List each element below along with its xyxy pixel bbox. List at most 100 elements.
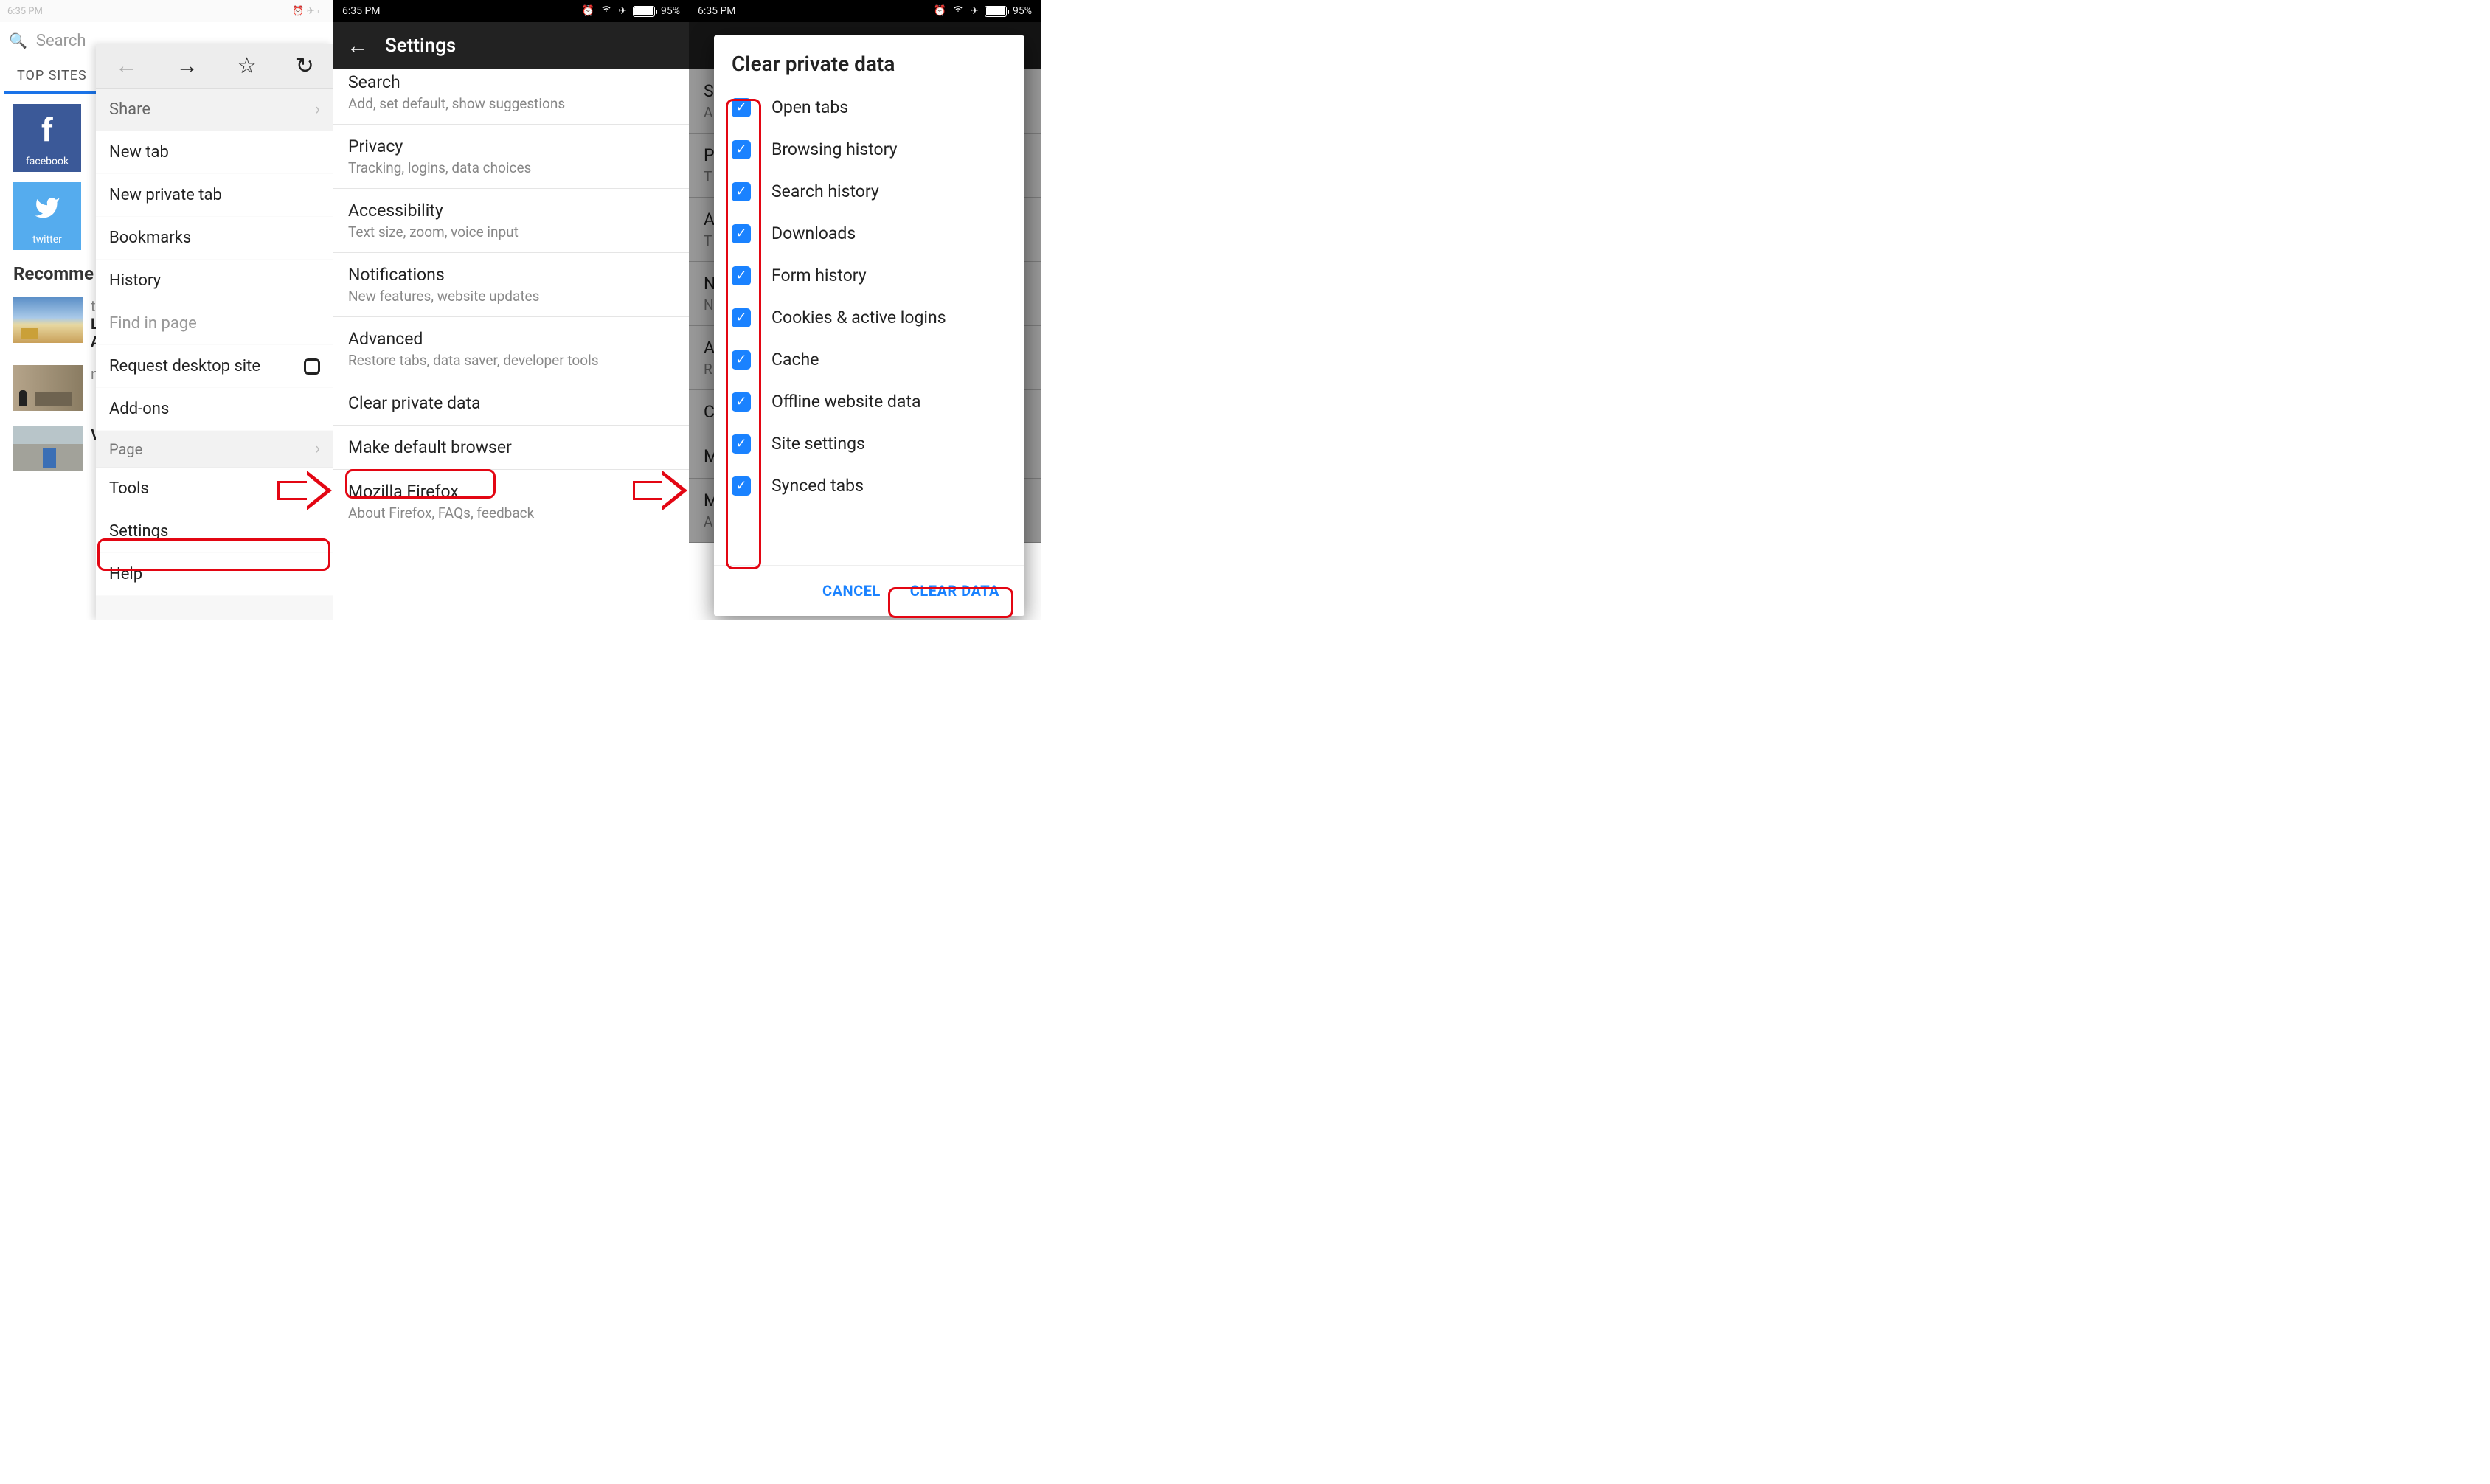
search-bar[interactable]: 🔍 Search [0,22,96,59]
firefox-menu: ← → ☆ ↻ Share › New tab New private tab … [96,44,333,620]
settings-row-clear-private-data[interactable]: Clear private data [333,381,689,426]
checkbox-checked-icon[interactable]: ✓ [732,392,751,412]
status-bar: 6:35 PM ⏰ ✈ ▭ [0,0,333,22]
forward-icon[interactable]: → [176,53,198,79]
row-title: Accessibility [348,201,674,221]
tile-label: facebook [26,156,69,167]
item-label: Form history [771,266,867,285]
airplane-icon: ✈ [618,5,627,17]
menu-label: Request desktop site [109,357,260,375]
row-title: Mozilla Firefox [348,482,674,502]
wifi-icon [600,5,612,17]
tile-twitter[interactable]: twitter [13,182,81,250]
menu-share[interactable]: Share › [96,89,333,131]
checkbox-checked-icon[interactable]: ✓ [732,224,751,243]
battery-percent: 95% [661,5,680,17]
dialog-actions: CANCEL CLEAR DATA [714,565,1024,616]
settings-row-make-default[interactable]: Make default browser [333,426,689,470]
settings-row-notifications[interactable]: Notifications New features, website upda… [333,253,689,317]
settings-row-search[interactable]: Search Add, set default, show suggestion… [333,69,689,125]
battery-icon [985,6,1007,17]
menu-new-tab[interactable]: New tab [96,131,333,174]
checkbox-checked-icon[interactable]: ✓ [732,308,751,327]
checkbox-checked-icon[interactable]: ✓ [732,434,751,454]
checkbox-checked-icon[interactable]: ✓ [732,266,751,285]
row-title: Notifications [348,265,674,285]
menu-settings[interactable]: Settings [96,510,333,553]
dialog-item-open-tabs[interactable]: ✓Open tabs [714,86,1024,128]
card-thumbnail [13,426,83,471]
menu-page[interactable]: Page › [96,431,333,468]
reload-icon[interactable]: ↻ [296,53,314,79]
menu-addons[interactable]: Add-ons [96,388,333,431]
search-placeholder: Search [36,32,86,50]
clear-data-button[interactable]: CLEAR DATA [900,576,1010,606]
menu-label: Page [109,440,142,458]
checkbox-checked-icon[interactable]: ✓ [732,140,751,159]
dialog-item-form-history[interactable]: ✓ Form history [714,254,1024,297]
settings-row-privacy[interactable]: Privacy Tracking, logins, data choices [333,125,689,189]
settings-list: Search Add, set default, show suggestion… [333,69,689,533]
back-arrow-icon[interactable]: ← [347,33,369,59]
battery-icon [633,6,655,17]
menu-nav-row: ← → ☆ ↻ [96,44,333,89]
menu-history[interactable]: History [96,260,333,302]
dialog-item-search-history[interactable]: ✓Search history [714,170,1024,212]
row-subtitle: New features, website updates [348,288,674,305]
dialog-item-downloads[interactable]: ✓ Downloads [714,212,1024,254]
row-subtitle: Add, set default, show suggestions [348,95,674,112]
alarm-icon: ⏰ [934,5,946,17]
row-title: Clear private data [348,393,674,413]
panel-clear-data-dialog: 6:35 PM ⏰ ✈ 95% SA PT AT NN AR C [689,0,1041,620]
cancel-button[interactable]: CANCEL [812,576,891,606]
bookmark-star-icon[interactable]: ☆ [237,53,257,79]
dialog-item-offline-data[interactable]: ✓Offline website data [714,381,1024,423]
dialog-item-site-settings[interactable]: ✓Site settings [714,423,1024,465]
menu-label: Tools [109,479,149,498]
tab-top-sites[interactable]: TOP SITES [4,59,100,94]
dialog-item-cookies[interactable]: ✓ Cookies & active logins [714,297,1024,339]
item-label: Browsing history [771,139,898,159]
card-thumbnail [13,297,83,343]
item-label: Cache [771,350,819,370]
settings-row-accessibility[interactable]: Accessibility Text size, zoom, voice inp… [333,189,689,253]
checkbox-unchecked-icon[interactable] [304,358,320,375]
checkbox-checked-icon[interactable]: ✓ [732,182,751,201]
dialog-item-cache[interactable]: ✓ Cache [714,339,1024,381]
status-time: 6:35 PM [342,5,381,17]
wifi-icon [952,5,964,17]
settings-row-mozilla[interactable]: Mozilla Firefox About Firefox, FAQs, fee… [333,470,689,533]
settings-header: ← Settings [333,22,689,69]
dialog-item-browsing-history[interactable]: ✓ Browsing history [714,128,1024,170]
menu-label: History [109,271,161,290]
menu-bookmarks[interactable]: Bookmarks [96,217,333,260]
checkbox-checked-icon[interactable]: ✓ [732,98,751,117]
battery-percent: 95% [1013,5,1032,17]
menu-new-private-tab[interactable]: New private tab [96,174,333,217]
item-label: Downloads [771,223,856,243]
airplane-icon: ✈ [970,5,979,17]
facebook-icon: f [41,104,53,156]
panel-firefox-menu: 6:35 PM ⏰ ✈ ▭ 🔍 Search TOP SITES f faceb… [0,0,333,620]
settings-row-advanced[interactable]: Advanced Restore tabs, data saver, devel… [333,317,689,381]
row-subtitle: Tracking, logins, data choices [348,159,674,176]
checkbox-checked-icon[interactable]: ✓ [732,350,751,370]
twitter-icon [31,182,63,234]
back-icon[interactable]: ← [115,53,137,79]
tile-facebook[interactable]: f facebook [13,104,81,172]
menu-request-desktop[interactable]: Request desktop site [96,345,333,388]
row-subtitle: About Firefox, FAQs, feedback [348,505,674,521]
row-title: Search [348,72,674,92]
dialog-title: Clear private data [714,35,1024,86]
menu-help[interactable]: Help [96,553,333,596]
clear-private-data-dialog: Clear private data ✓Open tabs ✓ Browsing … [714,35,1024,616]
status-bar: 6:35 PM ⏰ ✈ 95% [333,0,689,22]
menu-tools[interactable]: Tools › [96,468,333,510]
row-subtitle: Restore tabs, data saver, developer tool… [348,352,674,369]
checkbox-checked-icon[interactable]: ✓ [732,476,751,496]
dialog-item-synced-tabs[interactable]: ✓Synced tabs [714,465,1024,507]
chevron-right-icon: › [315,479,320,498]
item-label: Cookies & active logins [771,308,946,327]
menu-label: Help [109,565,142,583]
menu-label: New private tab [109,186,222,204]
